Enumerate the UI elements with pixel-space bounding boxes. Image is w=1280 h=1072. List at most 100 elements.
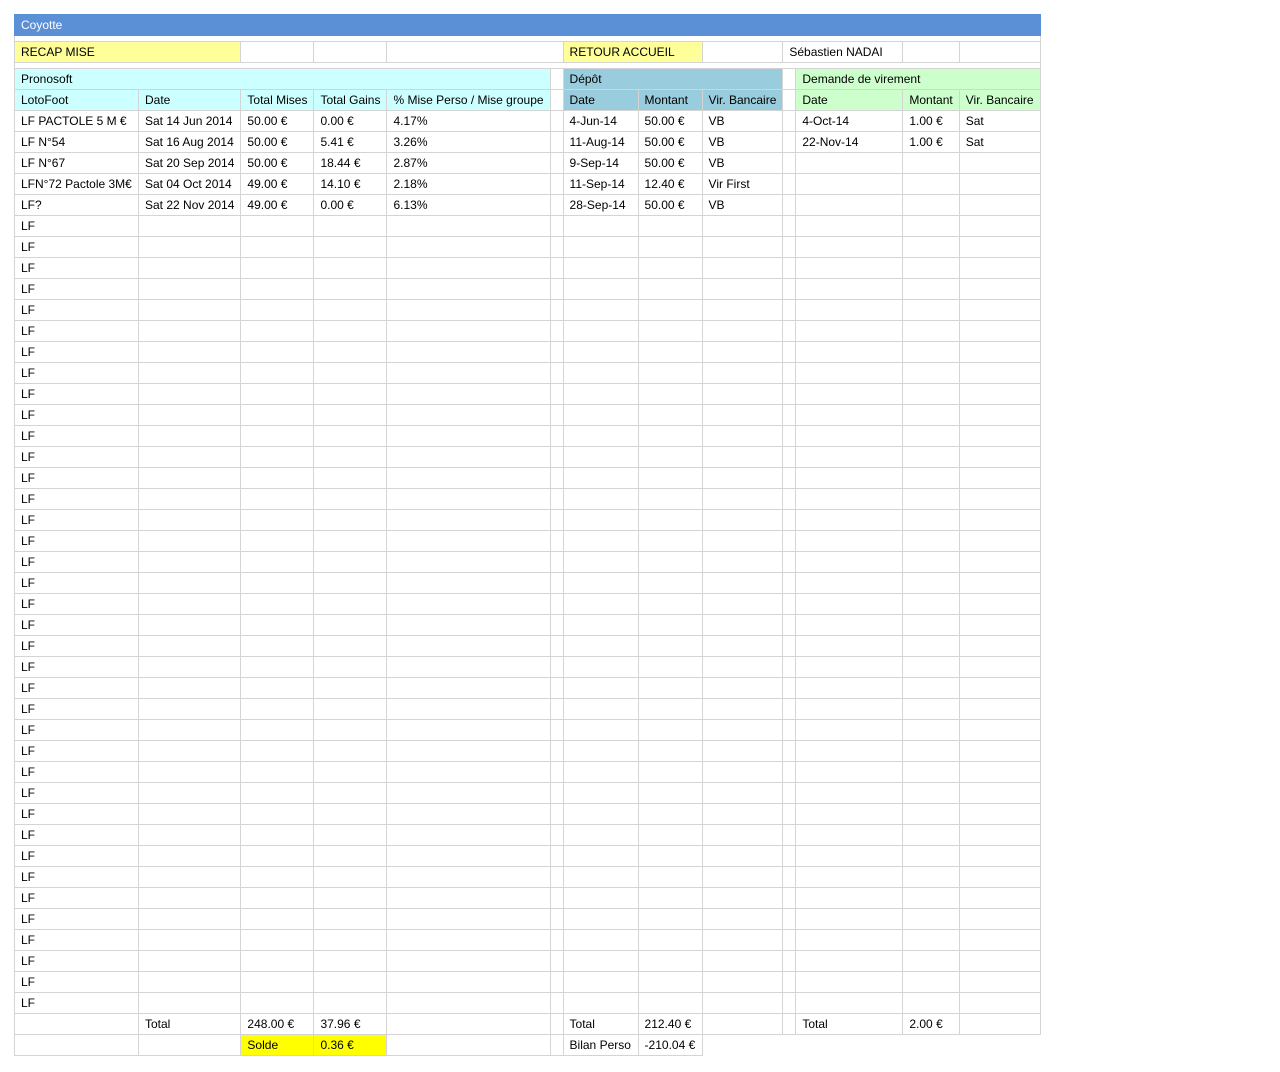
virement-cell[interactable]	[795, 950, 904, 972]
cell[interactable]	[386, 278, 551, 300]
depot-cell[interactable]	[637, 278, 703, 300]
virement-cell[interactable]	[902, 362, 960, 384]
depot-cell[interactable]	[701, 236, 784, 258]
depot-cell[interactable]	[637, 215, 703, 237]
virement-cell[interactable]	[902, 971, 960, 993]
cell[interactable]	[782, 677, 797, 699]
pronosoft-cell[interactable]: 4.17%	[386, 110, 551, 132]
depot-cell[interactable]	[701, 299, 784, 321]
cell[interactable]	[313, 341, 388, 363]
virement-cell[interactable]	[958, 551, 1041, 573]
cell[interactable]	[240, 215, 315, 237]
cell[interactable]	[549, 215, 564, 237]
pronosoft-cell[interactable]: LF	[14, 635, 139, 657]
cell[interactable]	[549, 866, 564, 888]
cell[interactable]	[240, 320, 315, 342]
virement-cell[interactable]	[795, 488, 904, 510]
pronosoft-cell[interactable]: LF N°67	[14, 152, 139, 174]
cell[interactable]	[549, 236, 564, 258]
virement-cell[interactable]	[795, 509, 904, 531]
cell[interactable]	[313, 782, 388, 804]
depot-cell[interactable]: Vir First	[701, 173, 784, 195]
cell[interactable]	[313, 971, 388, 993]
cell[interactable]	[313, 950, 388, 972]
cell[interactable]	[782, 299, 797, 321]
cell[interactable]	[386, 467, 551, 489]
depot-cell[interactable]	[637, 320, 703, 342]
depot-cell[interactable]: VB	[701, 152, 784, 174]
cell[interactable]	[549, 950, 564, 972]
pronosoft-total-gains[interactable]: 37.96 €	[313, 1013, 388, 1035]
depot-cell[interactable]	[562, 635, 639, 657]
depot-cell[interactable]	[637, 971, 703, 993]
depot-cell[interactable]	[562, 215, 639, 237]
cell[interactable]	[313, 845, 388, 867]
pronosoft-cell[interactable]: 6.13%	[386, 194, 551, 216]
virement-cell[interactable]	[795, 782, 904, 804]
depot-cell[interactable]	[701, 866, 784, 888]
cell[interactable]	[313, 488, 388, 510]
cell[interactable]	[386, 488, 551, 510]
cell[interactable]	[313, 656, 388, 678]
depot-cell[interactable]	[637, 698, 703, 720]
depot-cell[interactable]	[562, 278, 639, 300]
virement-cell[interactable]	[958, 341, 1041, 363]
virement-cell[interactable]	[958, 971, 1041, 993]
virement-cell[interactable]	[902, 593, 960, 615]
cell[interactable]	[313, 761, 388, 783]
depot-cell[interactable]	[701, 530, 784, 552]
virement-cell[interactable]	[795, 698, 904, 720]
depot-total-value[interactable]: 212.40 €	[637, 1013, 703, 1035]
pronosoft-cell[interactable]: LF	[14, 488, 139, 510]
cell[interactable]	[137, 341, 242, 363]
depot-cell[interactable]	[701, 635, 784, 657]
cell[interactable]	[386, 803, 551, 825]
cell[interactable]	[386, 635, 551, 657]
pronosoft-cell[interactable]: LF	[14, 341, 139, 363]
virement-cell[interactable]	[902, 887, 960, 909]
pronosoft-cell[interactable]: LF	[14, 236, 139, 258]
cell[interactable]	[137, 866, 242, 888]
depot-cell[interactable]: 11-Aug-14	[562, 131, 639, 153]
cell[interactable]	[386, 761, 551, 783]
cell[interactable]	[782, 572, 797, 594]
cell[interactable]	[137, 887, 242, 909]
cell[interactable]	[137, 971, 242, 993]
depot-cell[interactable]	[562, 320, 639, 342]
cell[interactable]	[137, 404, 242, 426]
cell[interactable]	[386, 887, 551, 909]
cell[interactable]	[386, 677, 551, 699]
pronosoft-cell[interactable]: LF	[14, 299, 139, 321]
pronosoft-total-mises[interactable]: 248.00 €	[240, 1013, 315, 1035]
cell[interactable]	[240, 278, 315, 300]
pronosoft-cell[interactable]: 50.00 €	[240, 131, 315, 153]
cell[interactable]	[782, 446, 797, 468]
virement-cell[interactable]	[795, 236, 904, 258]
cell[interactable]	[137, 908, 242, 930]
virement-cell[interactable]	[795, 971, 904, 993]
cell[interactable]	[313, 299, 388, 321]
cell[interactable]	[137, 383, 242, 405]
cell[interactable]	[782, 236, 797, 258]
cell[interactable]	[549, 362, 564, 384]
pronosoft-cell[interactable]: 0.00 €	[313, 194, 388, 216]
virement-cell[interactable]	[902, 677, 960, 699]
cell[interactable]	[386, 929, 551, 951]
depot-cell[interactable]	[637, 425, 703, 447]
virement-cell[interactable]	[958, 677, 1041, 699]
depot-cell[interactable]: VB	[701, 110, 784, 132]
virement-cell[interactable]: 1.00 €	[902, 131, 960, 153]
depot-cell[interactable]	[637, 488, 703, 510]
cell[interactable]	[137, 761, 242, 783]
cell[interactable]	[549, 782, 564, 804]
depot-cell[interactable]: 50.00 €	[637, 194, 703, 216]
depot-cell[interactable]	[637, 572, 703, 594]
depot-cell[interactable]: 50.00 €	[637, 152, 703, 174]
cell[interactable]	[782, 971, 797, 993]
cell[interactable]	[240, 425, 315, 447]
virement-cell[interactable]	[795, 257, 904, 279]
pronosoft-cell[interactable]: LF	[14, 929, 139, 951]
depot-cell[interactable]	[637, 257, 703, 279]
pronosoft-cell[interactable]: Sat 14 Jun 2014	[137, 110, 242, 132]
cell[interactable]	[782, 152, 797, 174]
